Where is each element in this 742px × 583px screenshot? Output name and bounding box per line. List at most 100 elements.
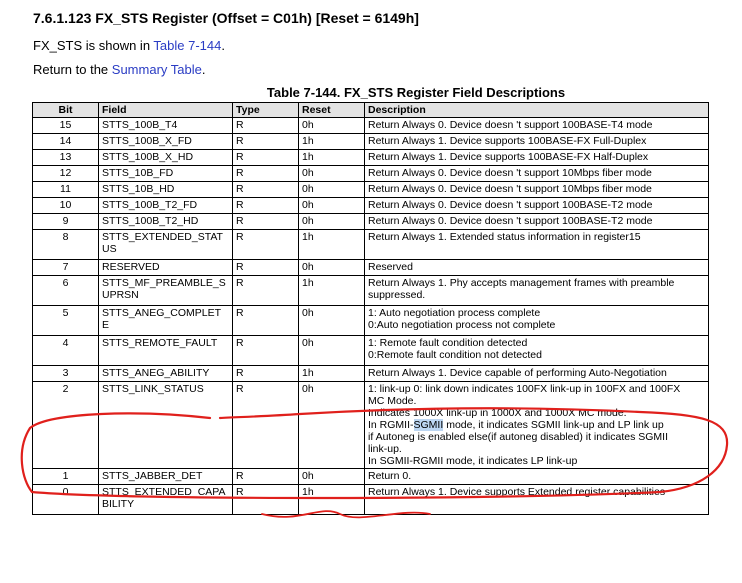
table-row: 14 STTS_100B_X_FD R 1h Return Always 1. Devi… bbox=[32, 133, 709, 150]
cell-type: R bbox=[232, 365, 299, 382]
cell-type: R bbox=[232, 229, 299, 260]
cell-field: STTS_EXTENDED_CAPA BILITY bbox=[98, 484, 233, 515]
cell-reset: 1h bbox=[298, 149, 365, 166]
header-description: Description bbox=[364, 102, 709, 118]
cell-field: RESERVED bbox=[98, 259, 233, 276]
cell-bit: 5 bbox=[32, 305, 99, 336]
cell-reset: 1h bbox=[298, 133, 365, 150]
cell-reset: 0h bbox=[298, 468, 365, 485]
cell-field: STTS_ANEG_ABILITY bbox=[98, 365, 233, 382]
return-paragraph: Return to the Summary Table. bbox=[33, 62, 205, 77]
cell-bit: 9 bbox=[32, 213, 99, 230]
cell-description: Return Always 0. Device doesn 't support… bbox=[364, 165, 709, 182]
cell-reset: 0h bbox=[298, 381, 365, 469]
intro-prefix: FX_STS is shown in bbox=[33, 38, 154, 53]
cell-description: Reserved bbox=[364, 259, 709, 276]
table-row: 5 STTS_ANEG_COMPLET E R 0h 1: Auto negotiatio… bbox=[32, 305, 709, 336]
table-row: 4 STTS_REMOTE_FAULT R 0h 1: Remote fault con… bbox=[32, 335, 709, 366]
cell-bit: 15 bbox=[32, 117, 99, 134]
cell-description: 1: Auto negotiation process complete 0:Au… bbox=[364, 305, 709, 336]
cell-description: 1: Remote fault condition detected 0:Remo… bbox=[364, 335, 709, 366]
cell-field: STTS_10B_HD bbox=[98, 181, 233, 198]
cell-field: STTS_100B_T4 bbox=[98, 117, 233, 134]
cell-reset: 0h bbox=[298, 165, 365, 182]
table-row: 7 RESERVED R 0h Reserved bbox=[32, 259, 709, 276]
cell-reset: 0h bbox=[298, 259, 365, 276]
cell-field: STTS_LINK_STATUS bbox=[98, 381, 233, 469]
cell-bit: 13 bbox=[32, 149, 99, 166]
cell-description: Return Always 1. Phy accepts management … bbox=[364, 275, 709, 306]
cell-description: Return 0. bbox=[364, 468, 709, 485]
cell-field: STTS_MF_PREAMBLE_S UPRSN bbox=[98, 275, 233, 306]
cell-description: Return Always 1. Device supports 100BASE… bbox=[364, 149, 709, 166]
cell-description: Return Always 1. Extended status informa… bbox=[364, 229, 709, 260]
table-row: 8 STTS_EXTENDED_STAT US R 1h Return Always 1.… bbox=[32, 229, 709, 260]
cell-reset: 0h bbox=[298, 181, 365, 198]
cell-description: Return Always 0. Device doesn 't support… bbox=[364, 197, 709, 214]
cell-bit: 10 bbox=[32, 197, 99, 214]
cell-reset: 0h bbox=[298, 197, 365, 214]
table-row: 6 STTS_MF_PREAMBLE_S UPRSN R 1h Return Always… bbox=[32, 275, 709, 306]
selected-text: SGMII bbox=[413, 419, 444, 431]
cell-reset: 0h bbox=[298, 117, 365, 134]
cell-field: STTS_100B_T2_HD bbox=[98, 213, 233, 230]
cell-type: R bbox=[232, 165, 299, 182]
cell-type: R bbox=[232, 381, 299, 469]
cell-bit: 3 bbox=[32, 365, 99, 382]
cell-type: R bbox=[232, 133, 299, 150]
cell-reset: 0h bbox=[298, 305, 365, 336]
cell-description: Return Always 1. Device supports Extende… bbox=[364, 484, 709, 515]
header-field: Field bbox=[98, 102, 233, 118]
table-row: 2 STTS_LINK_STATUS R 0h 1: link-up 0: link d… bbox=[32, 381, 709, 469]
table-row: 10 STTS_100B_T2_FD R 0h Return Always 0. Dev… bbox=[32, 197, 709, 214]
cell-type: R bbox=[232, 305, 299, 336]
table-row: 15 STTS_100B_T4 R 0h Return Always 0. Device… bbox=[32, 117, 709, 134]
summary-table-link[interactable]: Summary Table bbox=[112, 62, 202, 77]
cell-field: STTS_10B_FD bbox=[98, 165, 233, 182]
cell-field: STTS_REMOTE_FAULT bbox=[98, 335, 233, 366]
cell-reset: 1h bbox=[298, 484, 365, 515]
intro-suffix: . bbox=[221, 38, 225, 53]
cell-reset: 0h bbox=[298, 335, 365, 366]
cell-bit: 11 bbox=[32, 181, 99, 198]
table-row: 12 STTS_10B_FD R 0h Return Always 0. Device … bbox=[32, 165, 709, 182]
cell-bit: 7 bbox=[32, 259, 99, 276]
cell-type: R bbox=[232, 484, 299, 515]
cell-reset: 1h bbox=[298, 275, 365, 306]
table-header-row: Bit Field Type Reset Description bbox=[32, 102, 709, 118]
table-row: 3 STTS_ANEG_ABILITY R 1h Return Always 1. De… bbox=[32, 365, 709, 382]
cell-reset: 1h bbox=[298, 229, 365, 260]
cell-bit: 6 bbox=[32, 275, 99, 306]
cell-bit: 1 bbox=[32, 468, 99, 485]
table-link[interactable]: Table 7-144 bbox=[153, 38, 221, 53]
header-type: Type bbox=[232, 102, 299, 118]
cell-description: Return Always 0. Device doesn 't support… bbox=[364, 213, 709, 230]
cell-description: Return Always 1. Device supports 100BASE… bbox=[364, 133, 709, 150]
cell-description: Return Always 0. Device doesn 't support… bbox=[364, 117, 709, 134]
cell-type: R bbox=[232, 149, 299, 166]
cell-field: STTS_100B_X_FD bbox=[98, 133, 233, 150]
cell-field: STTS_ANEG_COMPLET E bbox=[98, 305, 233, 336]
cell-bit: 2 bbox=[32, 381, 99, 469]
cell-type: R bbox=[232, 117, 299, 134]
cell-bit: 12 bbox=[32, 165, 99, 182]
return-prefix: Return to the bbox=[33, 62, 112, 77]
cell-bit: 8 bbox=[32, 229, 99, 260]
cell-field: STTS_EXTENDED_STAT US bbox=[98, 229, 233, 260]
cell-field: STTS_100B_X_HD bbox=[98, 149, 233, 166]
intro-paragraph: FX_STS is shown in Table 7-144. bbox=[33, 38, 225, 53]
cell-bit: 14 bbox=[32, 133, 99, 150]
table-row: 1 STTS_JABBER_DET R 0h Return 0. bbox=[32, 468, 709, 485]
cell-field: STTS_JABBER_DET bbox=[98, 468, 233, 485]
table-row: 9 STTS_100B_T2_HD R 0h Return Always 0. Devi… bbox=[32, 213, 709, 230]
cell-reset: 0h bbox=[298, 213, 365, 230]
cell-type: R bbox=[232, 197, 299, 214]
cell-type: R bbox=[232, 275, 299, 306]
register-field-table: Bit Field Type Reset Description 15 STTS_… bbox=[32, 102, 709, 515]
cell-type: R bbox=[232, 213, 299, 230]
cell-reset: 1h bbox=[298, 365, 365, 382]
cell-description: Return Always 0. Device doesn 't support… bbox=[364, 181, 709, 198]
return-suffix: . bbox=[201, 62, 206, 77]
table-row: 0 STTS_EXTENDED_CAPA BILITY R 1h Return Alway… bbox=[32, 484, 709, 515]
table-caption: Table 7-144. FX_STS Register Field Descr… bbox=[266, 85, 566, 100]
